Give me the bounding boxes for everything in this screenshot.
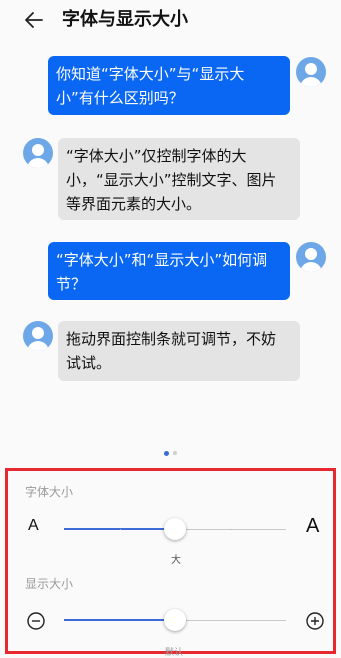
top-bar: 字体与显示大小 (0, 0, 341, 42)
display-size-thumb[interactable] (164, 609, 186, 631)
back-arrow-icon[interactable] (22, 8, 46, 32)
page-dot-active (164, 451, 169, 456)
font-size-tick (120, 529, 121, 530)
avatar (23, 321, 53, 351)
page-dot (173, 451, 177, 455)
large-a-icon: A (306, 515, 320, 537)
display-size-label: 显示大小 (25, 577, 74, 591)
avatar (296, 57, 326, 87)
small-a-icon: A (28, 517, 39, 534)
page-indicator (164, 451, 184, 457)
message-bubble-incoming: 拖动界面控制条就可调节，不妨 试试。 (58, 321, 300, 381)
font-size-label: 字体大小 (25, 485, 74, 499)
avatar (23, 138, 53, 168)
font-size-value: 大 (171, 555, 181, 566)
display-size-slider[interactable] (64, 607, 286, 635)
message-bubble-outgoing: “字体大小”和“显示大小”如何调 节？ (48, 242, 290, 300)
font-size-tick (230, 529, 231, 530)
avatar (296, 242, 326, 272)
minus-circle-icon[interactable] (27, 612, 45, 630)
display-size-value: 默认 (165, 648, 184, 658)
font-size-slider[interactable] (64, 516, 286, 544)
font-size-thumb[interactable] (164, 518, 186, 540)
size-control-panel: 字体大小 A A 大 显示大小 默认 (5, 468, 336, 658)
page-title: 字体与显示大小 (62, 9, 188, 30)
plus-circle-icon[interactable] (306, 612, 324, 630)
message-bubble-outgoing: 你知道“字体大小”与“显示大 小”有什么区别吗？ (48, 56, 290, 115)
message-bubble-incoming: “字体大小”仅控制字体的大 小，“显示大小”控制文字、图片 等界面元素的大小。 (58, 138, 300, 220)
display-size-fill (64, 619, 175, 621)
